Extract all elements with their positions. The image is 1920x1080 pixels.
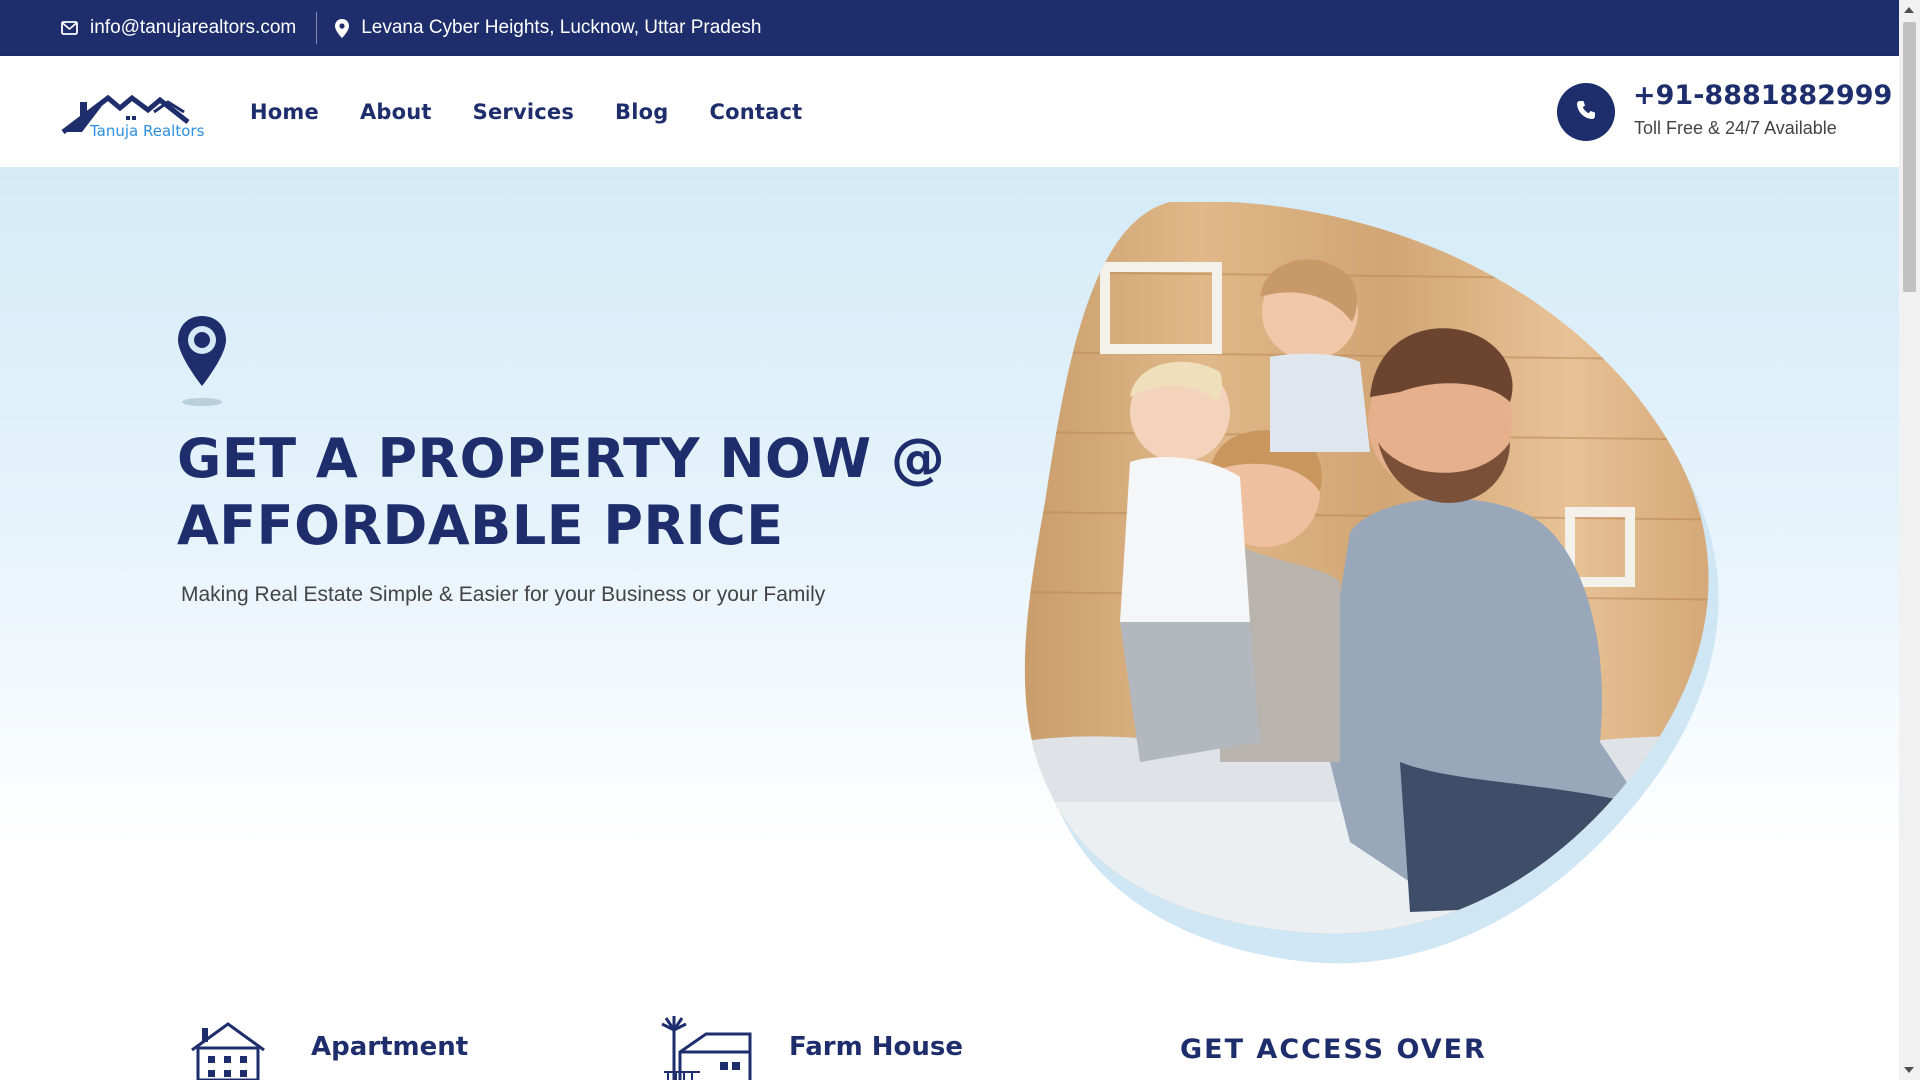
site-header: Tanuja Realtors Home About Services Blog… [0, 56, 1899, 167]
scrollbar-thumb[interactable] [1903, 22, 1916, 292]
nav-about[interactable]: About [360, 100, 432, 124]
top-info-bar: info@tanujarealtors.com Levana Cyber Hei… [0, 0, 1899, 56]
topbar-email-text: info@tanujarealtors.com [90, 17, 297, 38]
page-scrollbar[interactable] [1899, 0, 1920, 1080]
hero-family-image [1020, 202, 1750, 972]
hero-subtitle: Making Real Estate Simple & Easier for y… [181, 583, 826, 606]
phone-availability: Toll Free & 24/7 Available [1634, 118, 1837, 138]
phone-button[interactable] [1557, 83, 1615, 141]
scroll-down-arrow-icon[interactable] [1904, 1067, 1914, 1073]
map-pin-icon [335, 18, 350, 38]
nav-blog[interactable]: Blog [615, 100, 668, 124]
feature-apartment-title[interactable]: Apartment [311, 1032, 468, 1062]
apartment-icon [188, 1020, 268, 1080]
main-nav: Home About Services Blog Contact [250, 56, 802, 167]
feature-farm-house-title[interactable]: Farm House [789, 1032, 963, 1062]
access-heading: GET ACCESS OVER [1180, 1034, 1487, 1065]
phone-icon [1576, 100, 1596, 125]
nav-contact[interactable]: Contact [710, 100, 803, 124]
nav-services[interactable]: Services [473, 100, 574, 124]
mail-icon [61, 21, 78, 35]
topbar-address: Levana Cyber Heights, Lucknow, Uttar Pra… [335, 17, 762, 39]
farm-house-icon [660, 1016, 752, 1080]
topbar-divider [316, 12, 318, 44]
hero-title: GET A PROPERTY NOW @ AFFORDABLE PRICE [177, 427, 946, 557]
location-pin-icon [176, 314, 228, 413]
scroll-up-arrow-icon[interactable] [1904, 7, 1914, 13]
hero-section: GET A PROPERTY NOW @ AFFORDABLE PRICE Ma… [0, 167, 1899, 967]
topbar-address-text: Levana Cyber Heights, Lucknow, Uttar Pra… [361, 17, 762, 38]
topbar-email[interactable]: info@tanujarealtors.com [61, 17, 296, 39]
phone-number[interactable]: +91-8881882999 [1633, 80, 1892, 111]
logo-text: Tanuja Realtors [90, 122, 205, 140]
nav-home[interactable]: Home [250, 100, 319, 124]
